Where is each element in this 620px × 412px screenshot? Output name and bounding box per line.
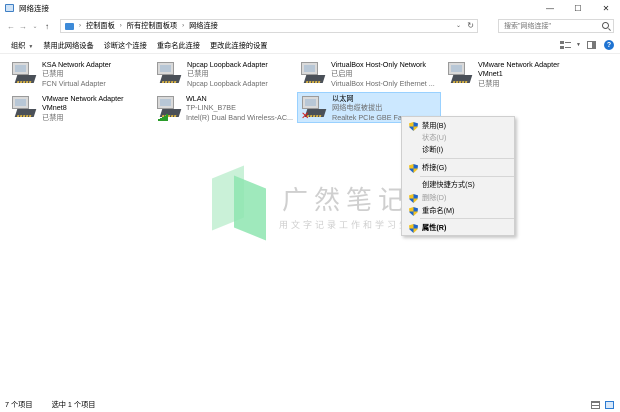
adapter-status: TP-LINK_B7BE bbox=[185, 103, 236, 113]
disconnected-x-icon: ✕ bbox=[301, 111, 310, 122]
network-adapter-icon bbox=[155, 60, 183, 88]
address-row: ← → ⌄ ↑ › 控制面板 › 所有控制面板项 › 网络连接 ⌄ ↻ bbox=[0, 17, 620, 35]
search-input[interactable] bbox=[499, 20, 599, 32]
adapter-status: 已禁用 bbox=[42, 112, 64, 122]
menu-item-delete[interactable]: 删除(D) bbox=[404, 192, 514, 204]
network-adapter-icon bbox=[10, 60, 38, 88]
network-adapter-icon bbox=[446, 60, 474, 88]
details-view-icon[interactable] bbox=[591, 401, 600, 409]
status-bar: 7 个项目 选中 1 个项目 bbox=[0, 398, 620, 412]
title-bar: 网络连接 — ☐ ✕ bbox=[0, 0, 620, 16]
adapter-name: KSA Network Adapter bbox=[42, 60, 112, 69]
network-connections-icon bbox=[5, 4, 14, 12]
forward-button[interactable]: → bbox=[17, 19, 29, 33]
adapter-name: VMware Network Adapter VMnet1 bbox=[478, 60, 560, 79]
search-icon bbox=[602, 22, 609, 29]
adapter-item-npcap[interactable]: Npcap Loopback Adapter 已禁用 Npcap Loopbac… bbox=[153, 59, 293, 90]
network-connections-window: 网络连接 — ☐ ✕ ← → ⌄ ↑ › 控制面板 › 所有控制面板项 › 网络连接… bbox=[0, 0, 620, 412]
breadcrumb-control-panel[interactable]: 控制面板 › bbox=[86, 21, 122, 31]
adapter-device: Npcap Loopback Adapter bbox=[187, 78, 268, 88]
menu-separator bbox=[420, 158, 514, 159]
uac-shield-icon bbox=[409, 224, 418, 233]
organize-menu[interactable]: 组织 ▼ bbox=[11, 41, 33, 51]
view-options-dropdown[interactable]: ▼ bbox=[576, 42, 581, 48]
menu-separator bbox=[420, 218, 514, 219]
breadcrumb-all-items[interactable]: 所有控制面板项 › bbox=[127, 21, 184, 31]
view-tools: ▼ ? bbox=[560, 40, 614, 50]
adapter-item-wlan[interactable]: WLAN TP-LINK_B7BE Intel(R) Dual Band Wir… bbox=[153, 93, 293, 124]
menu-item-disable[interactable]: 禁用(B) bbox=[404, 120, 514, 132]
search-box[interactable] bbox=[498, 19, 614, 33]
window-title: 网络连接 bbox=[19, 3, 49, 13]
control-panel-icon bbox=[65, 22, 74, 30]
address-bar[interactable]: › 控制面板 › 所有控制面板项 › 网络连接 ⌄ ↻ bbox=[60, 19, 478, 33]
disable-device-button[interactable]: 禁用此网络设备 bbox=[43, 41, 93, 51]
change-view-icon[interactable] bbox=[560, 41, 572, 49]
watermark-title: 广然笔记 bbox=[282, 186, 411, 216]
item-count: 7 个项目 bbox=[5, 400, 33, 409]
watermark-logo bbox=[212, 165, 282, 241]
adapter-device: Realtek PCIe GBE Fam bbox=[332, 112, 408, 122]
adapter-device: FCN Virtual Adapter bbox=[42, 78, 106, 88]
adapter-status: 已禁用 bbox=[478, 78, 500, 88]
context-menu: 禁用(B) 状态(U) 诊断(I) 桥接(G) 创建快捷方式(S) 删除(D) … bbox=[401, 116, 515, 236]
window-controls: — ☐ ✕ bbox=[536, 0, 620, 16]
menu-item-create-shortcut[interactable]: 创建快捷方式(S) bbox=[404, 179, 514, 191]
adapter-item-ksa[interactable]: KSA Network Adapter 已禁用 FCN Virtual Adap… bbox=[8, 59, 148, 90]
preview-pane-icon[interactable] bbox=[587, 41, 596, 49]
adapter-status: 网络电缆被拔出 bbox=[332, 103, 383, 113]
wifi-signal-icon bbox=[158, 114, 168, 121]
adapter-item-virtualbox[interactable]: VirtualBox Host-Only Network 已启用 Virtual… bbox=[297, 59, 441, 90]
menu-item-diagnose[interactable]: 诊断(I) bbox=[404, 144, 514, 156]
help-icon[interactable]: ? bbox=[604, 40, 614, 50]
breadcrumb-separator-root[interactable]: › bbox=[79, 23, 81, 29]
rename-button[interactable]: 重命名此连接 bbox=[157, 41, 200, 51]
adapter-status: 已禁用 bbox=[42, 69, 64, 79]
menu-item-properties[interactable]: 属性(R) bbox=[404, 222, 514, 234]
adapter-device: VirtualBox Host-Only Ethernet ... bbox=[331, 78, 435, 88]
network-adapter-icon bbox=[299, 60, 327, 88]
close-button[interactable]: ✕ bbox=[592, 0, 620, 16]
breadcrumb-network-connections[interactable]: 网络连接 bbox=[189, 21, 218, 31]
adapter-name: VMware Network Adapter VMnet8 bbox=[42, 94, 124, 113]
menu-separator bbox=[420, 176, 514, 177]
adapter-device: Intel(R) Dual Band Wireless-AC... bbox=[185, 112, 293, 122]
uac-shield-icon bbox=[409, 122, 418, 131]
adapter-item-vmnet8[interactable]: VMware Network Adapter VMnet8 已禁用 bbox=[8, 93, 148, 124]
uac-shield-icon bbox=[409, 207, 418, 216]
minimize-button[interactable]: — bbox=[536, 0, 564, 16]
wireless-adapter-icon bbox=[155, 94, 182, 122]
change-settings-button[interactable]: 更改此连接的设置 bbox=[210, 41, 268, 51]
menu-item-rename[interactable]: 重命名(M) bbox=[404, 205, 514, 217]
maximize-button[interactable]: ☐ bbox=[564, 0, 592, 16]
diagnose-button[interactable]: 诊断这个连接 bbox=[104, 41, 147, 51]
adapter-name: Npcap Loopback Adapter bbox=[187, 60, 268, 69]
adapter-name: VirtualBox Host-Only Network bbox=[331, 60, 426, 69]
menu-item-status[interactable]: 状态(U) bbox=[404, 132, 514, 144]
adapter-name: 以太网 bbox=[332, 94, 354, 103]
adapter-status: 已启用 bbox=[331, 69, 353, 79]
ethernet-disconnected-icon: ✕ bbox=[300, 94, 328, 122]
back-button[interactable]: ← bbox=[5, 19, 17, 33]
address-history-dropdown[interactable]: ⌄ bbox=[456, 22, 461, 29]
menu-item-bridge[interactable]: 桥接(G) bbox=[404, 162, 514, 174]
adapter-status: 已禁用 bbox=[187, 69, 209, 79]
up-button[interactable]: ↑ bbox=[41, 19, 53, 33]
adapter-item-vmnet1[interactable]: VMware Network Adapter VMnet1 已禁用 bbox=[444, 59, 576, 90]
recent-locations-button[interactable]: ⌄ bbox=[29, 19, 41, 33]
tiles-view-icon[interactable] bbox=[605, 401, 614, 409]
adapter-name: WLAN bbox=[185, 94, 207, 103]
network-adapter-icon bbox=[10, 94, 38, 122]
selected-count: 选中 1 个项目 bbox=[51, 400, 96, 409]
uac-shield-icon bbox=[409, 194, 418, 203]
command-bar: 组织 ▼ 禁用此网络设备 诊断这个连接 重命名此连接 更改此连接的设置 ▼ ? bbox=[0, 38, 620, 54]
refresh-button[interactable]: ↻ bbox=[467, 21, 474, 30]
uac-shield-icon bbox=[409, 164, 418, 173]
